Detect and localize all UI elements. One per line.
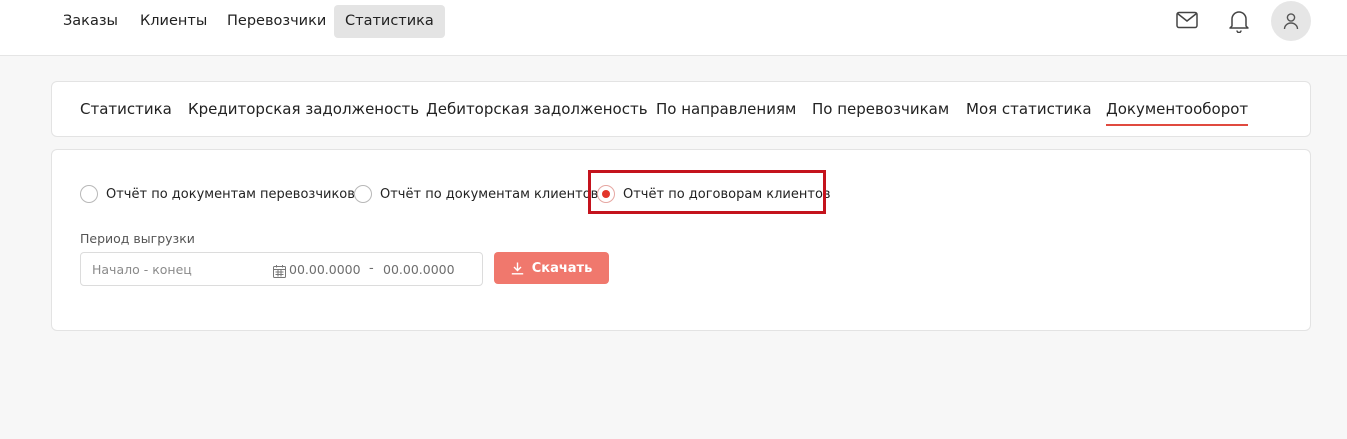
period-label: Период выгрузки xyxy=(80,231,195,246)
download-icon xyxy=(511,262,523,274)
mail-icon[interactable] xyxy=(1176,11,1198,33)
user-icon xyxy=(1283,13,1299,30)
nav-item-orders[interactable]: Заказы xyxy=(52,5,129,38)
nav-item-statistics[interactable]: Статистика xyxy=(334,5,445,38)
nav-item-carriers[interactable]: Перевозчики xyxy=(216,5,337,38)
date-range-placeholder: Начало - конец xyxy=(92,262,192,277)
radio-carrier-documents-report[interactable]: Отчёт по документам перевозчиков xyxy=(80,184,355,204)
document-report-panel: Отчёт по документам перевозчиков Отчёт п… xyxy=(51,149,1311,331)
bell-icon[interactable] xyxy=(1228,9,1250,37)
tab-by-carriers[interactable]: По перевозчикам xyxy=(812,100,949,118)
selection-highlight-box xyxy=(588,170,826,214)
download-button-label: Скачать xyxy=(531,260,593,276)
tab-payables[interactable]: Кредиторская задолженость xyxy=(188,100,419,118)
tab-by-directions[interactable]: По направлениям xyxy=(656,100,796,118)
avatar[interactable] xyxy=(1271,1,1311,41)
statistics-tabs: Статистика Кредиторская задолженость Деб… xyxy=(51,81,1311,137)
tab-my-statistics[interactable]: Моя статистика xyxy=(966,100,1092,118)
download-button[interactable]: Скачать xyxy=(494,252,609,284)
tab-statistics[interactable]: Статистика xyxy=(80,100,172,118)
radio-label: Отчёт по документам перевозчиков xyxy=(106,186,355,202)
tab-document-flow[interactable]: Документооборот xyxy=(1106,100,1249,126)
nav-item-clients[interactable]: Клиенты xyxy=(129,5,218,38)
date-end-value[interactable]: 00.00.0000 xyxy=(383,262,455,277)
top-navigation-bar: Заказы Клиенты Перевозчики Статистика xyxy=(0,0,1347,56)
tab-receivables[interactable]: Дебиторская задолженость xyxy=(426,100,648,118)
radio-label: Отчёт по документам клиентов xyxy=(380,186,599,202)
date-start-value[interactable]: 00.00.0000 xyxy=(289,262,361,277)
radio-client-documents-report[interactable]: Отчёт по документам клиентов xyxy=(354,184,598,204)
radio-button-unchecked[interactable] xyxy=(354,185,372,203)
date-range-input[interactable]: Начало - конец 00.00.0000 - 00.00.0000 xyxy=(80,252,483,286)
date-separator: - xyxy=(369,261,374,276)
calendar-icon[interactable] xyxy=(273,263,286,282)
radio-button-unchecked[interactable] xyxy=(80,185,98,203)
